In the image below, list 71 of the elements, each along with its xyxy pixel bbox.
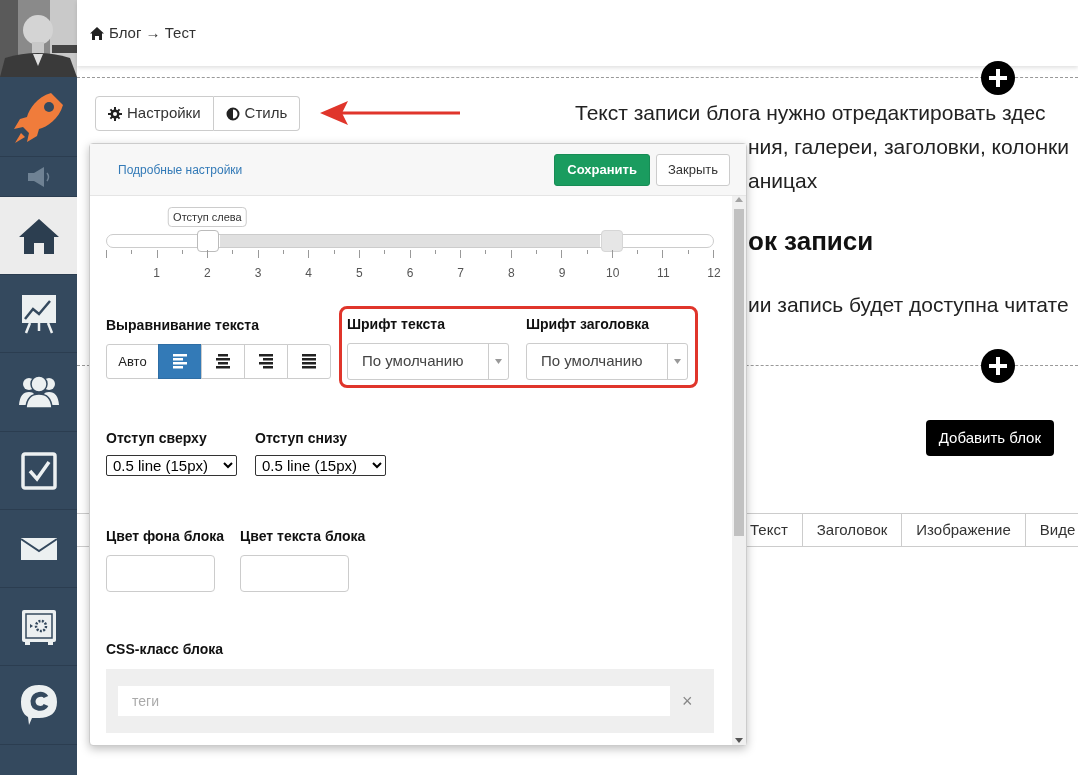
body-text: Текст записи блога нужно отредактировать здес [575, 100, 1047, 126]
tick-label: 4 [305, 265, 312, 282]
color-field[interactable] [240, 555, 350, 592]
tick-label: 11 [657, 265, 670, 282]
slider-handle[interactable] [600, 230, 623, 252]
block-type-tab[interactable]: Текст [748, 514, 803, 546]
people-icon[interactable] [18, 375, 59, 409]
color-field[interactable] [106, 555, 215, 592]
field-label: Шрифт текста [347, 315, 446, 334]
body-text: аницах [748, 168, 819, 194]
gear-icon [108, 106, 122, 121]
tick-label: 6 [406, 265, 414, 282]
field-label: Шрифт заголовка [526, 315, 651, 334]
slider-tooltip: Отступ слева [168, 207, 247, 227]
field-label: Цвет текста блока [240, 527, 366, 546]
field-label: CSS-класс блока [106, 640, 225, 659]
scrollbar[interactable] [732, 196, 746, 745]
align-left-button[interactable] [158, 344, 202, 379]
caret-icon [674, 359, 681, 364]
field-label: Выравнивание текста [106, 316, 260, 335]
font-select[interactable]: По умолчанию [526, 343, 688, 380]
detailed-settings-link[interactable]: Подробные настройки [118, 160, 243, 179]
caret-icon [495, 359, 502, 364]
align-justify-button[interactable] [287, 344, 331, 379]
block-type-tab[interactable]: Заголовок [802, 514, 903, 546]
style-button[interactable]: Стиль [213, 96, 301, 131]
block-type-tab[interactable]: Виде [1025, 514, 1078, 546]
font-select[interactable]: По умолчанию [347, 343, 509, 380]
align-right-button[interactable] [244, 344, 288, 379]
chat-icon[interactable] [19, 683, 58, 727]
tick-label: 12 [707, 265, 721, 282]
settings-button[interactable]: Настройки [95, 96, 214, 131]
breadcrumb[interactable]: Блог → Тест [109, 21, 196, 45]
tick-label: 3 [254, 265, 262, 282]
scroll-down-icon[interactable] [734, 735, 744, 745]
tick-label: 9 [558, 265, 566, 282]
envelope-icon[interactable] [19, 535, 58, 562]
tags-field[interactable]: теги [118, 686, 670, 716]
contrast-icon [225, 106, 240, 121]
align-right-icon [259, 354, 273, 369]
spacing-select[interactable]: 0.5 line (15px) [255, 455, 386, 476]
chart-icon[interactable] [19, 292, 58, 335]
align-center-button[interactable] [201, 344, 245, 379]
safe-icon[interactable] [19, 607, 58, 646]
tick-label: 7 [457, 265, 464, 282]
slider-handle[interactable] [197, 230, 219, 252]
save-button[interactable]: Сохранить [554, 153, 650, 186]
home-icon[interactable] [17, 216, 60, 255]
post-heading: ок записи [748, 225, 875, 258]
tick-label: 2 [204, 265, 211, 282]
align-center-icon [216, 354, 230, 369]
field-label: Отступ сверху [106, 429, 208, 448]
add-icon[interactable] [981, 349, 1015, 383]
home-icon[interactable] [89, 25, 105, 41]
checkbox-icon[interactable] [20, 451, 57, 490]
block-type-tab[interactable]: Изображение [902, 514, 1026, 546]
field-label: Цвет фона блока [106, 527, 225, 546]
close-button[interactable]: Закрыть [655, 153, 730, 186]
align-left-icon [173, 354, 187, 369]
spacing-select[interactable]: 0.5 line (15px) [106, 455, 237, 476]
body-text: ии запись будет доступна читате [748, 292, 1069, 318]
tick-label: 1 [153, 265, 160, 282]
add-icon[interactable] [981, 61, 1015, 95]
add-block-button[interactable]: Добавить блок [925, 420, 1054, 456]
align-justify-icon [302, 354, 316, 369]
body-text: ния, галереи, заголовки, колонки [748, 134, 1069, 160]
align-auto-button[interactable]: Авто [106, 344, 159, 379]
tick-label: 10 [606, 265, 620, 282]
tick-label: 5 [356, 265, 363, 282]
tick-label: 8 [508, 265, 515, 282]
field-label: Отступ снизу [255, 429, 348, 448]
